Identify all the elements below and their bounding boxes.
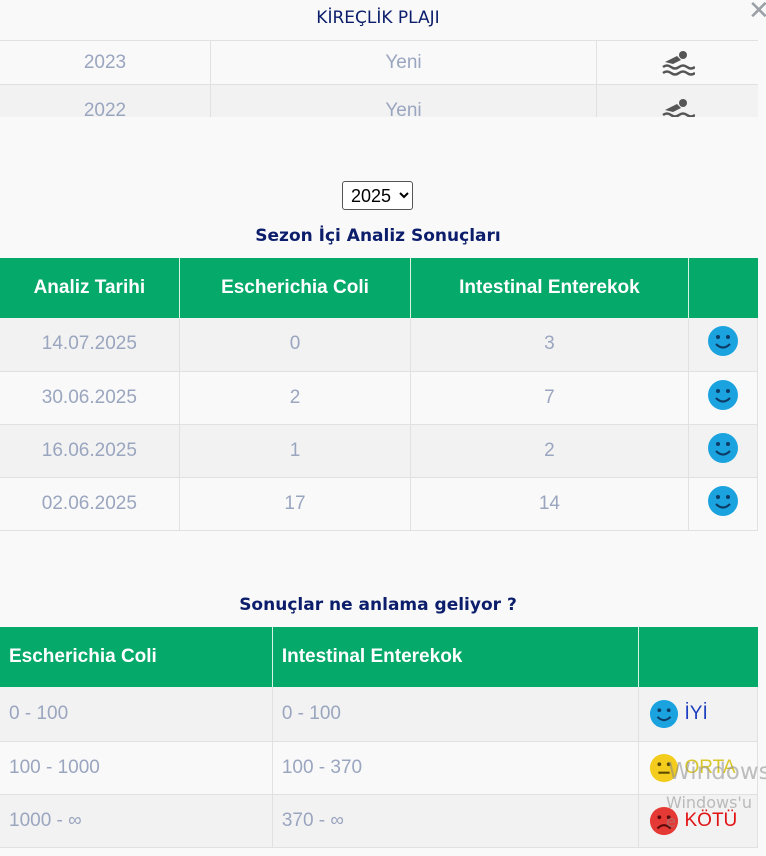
- history-status: Yeni: [210, 84, 597, 117]
- activation-watermark: Windows: [668, 759, 766, 785]
- entero-range: 0 - 100: [272, 687, 639, 742]
- entero-range: 370 - ∞: [272, 794, 639, 848]
- analysis-title: Sezon İçi Analiz Sonuçları: [255, 226, 501, 246]
- table-row: 02.06.2025 17 14: [0, 477, 759, 531]
- smiley-good-icon: [688, 424, 759, 478]
- entero-range: 100 - 370: [272, 741, 639, 795]
- smiley-good-icon: [688, 371, 759, 425]
- year-select[interactable]: 2025: [342, 181, 413, 210]
- ecoli-range: 0 - 100: [0, 687, 273, 742]
- history-year: 2022: [0, 84, 211, 117]
- column-header: [638, 627, 758, 687]
- smiley-good-icon: [688, 477, 759, 531]
- analysis-date: 14.07.2025: [0, 318, 180, 372]
- table-header-row: Escherichia Coli Intestinal Enterekok: [0, 627, 758, 687]
- entero-value: 14: [410, 477, 689, 531]
- spacer: [0, 117, 766, 179]
- smiley-good-icon: [688, 318, 759, 372]
- status-label: İYİ: [684, 702, 708, 724]
- legend-row: 0 - 100 0 - 100 İYİ: [0, 687, 758, 742]
- ecoli-value: 2: [179, 371, 412, 425]
- activation-watermark-sub: Windows'u e: [666, 793, 752, 831]
- ecoli-value: 17: [179, 477, 412, 531]
- history-year: 2023: [0, 40, 211, 85]
- table-row: 16.06.2025 1 2: [0, 424, 759, 478]
- table-row: 14.07.2025 0 3: [0, 318, 759, 372]
- analysis-date: 30.06.2025: [0, 371, 180, 425]
- history-row: 2022 Yeni: [0, 84, 758, 117]
- column-header: Escherichia Coli: [0, 627, 273, 687]
- swimmer-icon: [596, 40, 758, 85]
- column-header[interactable]: Intestinal Enterekok: [410, 258, 689, 318]
- analysis-date: 02.06.2025: [0, 477, 180, 531]
- modal-title: KİREÇLİK PLAJI: [316, 8, 440, 28]
- ecoli-value: 0: [179, 318, 412, 372]
- entero-value: 7: [410, 371, 689, 425]
- table-header-row: Analiz Tarihi Escherichia Coli Intestina…: [0, 258, 758, 318]
- swimmer-icon: [596, 84, 758, 117]
- legend-status: İYİ: [638, 687, 758, 742]
- smiley-good-icon: [649, 699, 678, 728]
- column-header: [688, 258, 758, 318]
- analysis-table: Analiz Tarihi Escherichia Coli Intestina…: [0, 258, 759, 531]
- ecoli-range: 1000 - ∞: [0, 794, 273, 848]
- column-header: Intestinal Enterekok: [272, 627, 639, 687]
- history-status: Yeni: [210, 40, 597, 85]
- analysis-date: 16.06.2025: [0, 424, 180, 478]
- entero-value: 2: [410, 424, 689, 478]
- history-table: 2023 Yeni 2022 Yeni: [0, 40, 766, 117]
- column-header[interactable]: Analiz Tarihi: [0, 258, 180, 318]
- legend-row: 1000 - ∞ 370 - ∞ KÖTÜ: [0, 794, 758, 848]
- history-row: 2023 Yeni: [0, 40, 758, 85]
- ecoli-range: 100 - 1000: [0, 741, 273, 795]
- ecoli-value: 1: [179, 424, 412, 478]
- legend-table: Escherichia Coli Intestinal Enterekok 0 …: [0, 627, 758, 848]
- table-row: 30.06.2025 2 7: [0, 371, 759, 425]
- entero-value: 3: [410, 318, 689, 372]
- legend-row: 100 - 1000 100 - 370 ORTA: [0, 741, 758, 795]
- column-header[interactable]: Escherichia Coli: [179, 258, 412, 318]
- legend-title: Sonuçlar ne anlama geliyor ?: [239, 595, 517, 615]
- close-icon[interactable]: ✕: [748, 0, 766, 23]
